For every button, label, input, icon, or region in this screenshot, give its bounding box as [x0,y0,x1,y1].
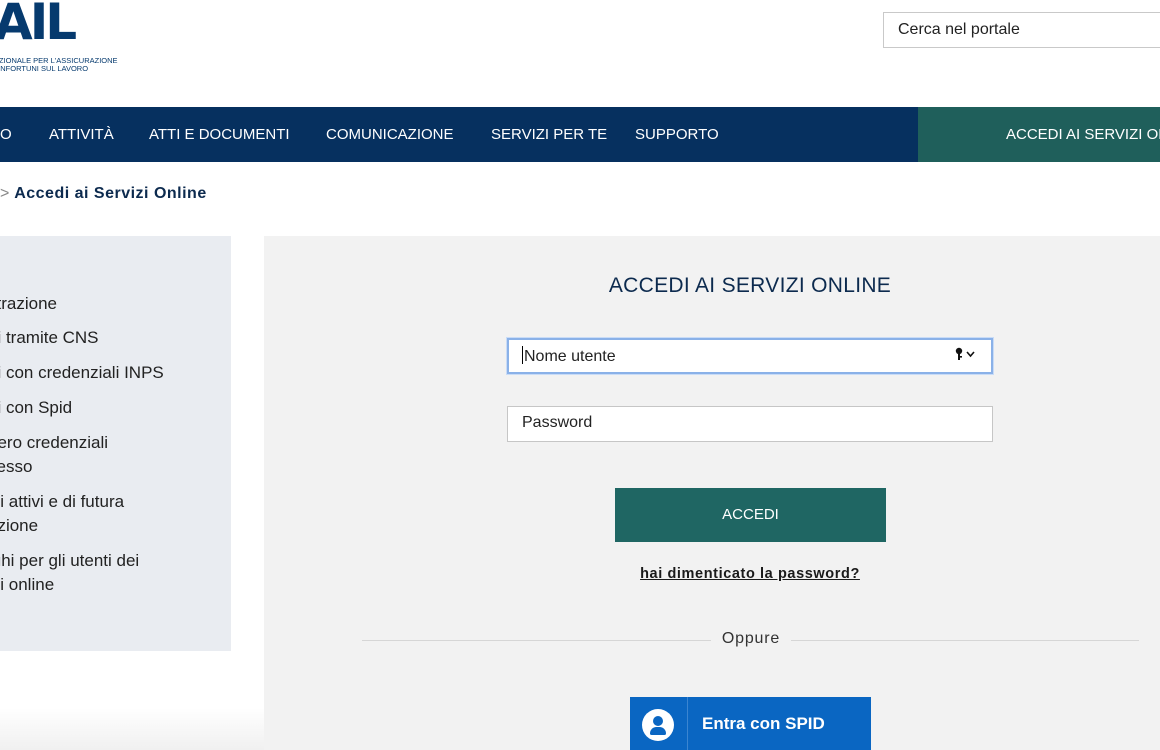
username-input[interactable]: Nome utente [507,338,993,374]
sidebar-item-accedi-spid[interactable]: di con Spid [0,396,228,420]
key-dropdown-icon[interactable] [955,347,977,364]
breadcrumb-separator: > [0,185,10,202]
nav-item-attivita[interactable]: ATTIVITÀ [49,107,114,162]
spid-login-button[interactable]: Entra con SPID [630,697,871,750]
sidebar-item-servizi-attivi[interactable]: izi attivi e di futura azione [0,490,228,538]
password-input[interactable]: Password [507,406,993,442]
sidebar-item-obblighi-utenti[interactable]: ighi per gli utenti dei izi online [0,549,228,597]
nav-item-home[interactable]: O [0,107,12,162]
main-nav: O ATTIVITÀ ATTI E DOCUMENTI COMUNICAZION… [0,107,1160,162]
accedi-button[interactable]: ACCEDI [615,488,886,542]
spid-label: Entra con SPID [702,714,825,733]
login-panel: ACCEDI AI SERVIZI ONLINE Nome utente Pas… [264,236,1160,750]
divider-oppure: Oppure [711,630,791,648]
sidebar-item-accedi-cns[interactable]: di tramite CNS [0,326,228,350]
sidebar-item-label: pero credenziali [0,433,109,452]
sidebar-item-recupero-credenziali[interactable]: pero credenziali cesso [0,431,228,479]
sidebar-item-label: cesso [0,457,33,476]
bottom-shade [0,708,264,750]
nav-item-atti-documenti[interactable]: ATTI E DOCUMENTI [149,107,290,162]
sidebar-item-label: izi online [0,575,55,594]
inail-logo[interactable]: AIL AZIONALE PER L'ASSICURAZIONE I INFOR… [0,0,200,100]
breadcrumb: > Accedi ai Servizi Online [0,185,207,203]
sidebar-item-accedi-inps[interactable]: di con credenziali INPS [0,361,228,385]
breadcrumb-current: Accedi ai Servizi Online [14,185,207,202]
forgot-password-link[interactable]: hai dimenticato la password? [264,566,1160,582]
login-title: ACCEDI AI SERVIZI ONLINE [608,274,892,297]
logo-mark: AIL [0,0,77,51]
nav-item-supporto[interactable]: SUPPORTO [635,107,719,162]
search-input[interactable]: Cerca nel portale [883,12,1160,48]
sidebar: strazione di tramite CNS di con credenzi… [0,236,231,651]
nav-cta-accedi-servizi-online[interactable]: ACCEDI AI SERVIZI ONLINE [918,107,1160,162]
nav-item-comunicazione[interactable]: COMUNICAZIONE [326,107,454,162]
sidebar-item-registrazione[interactable]: strazione [0,292,228,316]
username-placeholder: Nome utente [524,348,616,365]
user-icon [642,709,674,741]
sidebar-item-label: izi attivi e di futura [0,492,125,511]
spid-icon-box [630,697,688,750]
logo-subtitle-line2: I INFORTUNI SUL LAVORO [0,64,89,73]
logo-subtitle: AZIONALE PER L'ASSICURAZIONE I INFORTUNI… [0,57,118,73]
sidebar-item-label: azione [0,516,39,535]
sidebar-item-label: ighi per gli utenti dei [0,551,140,570]
nav-item-servizi-per-te[interactable]: SERVIZI PER TE [491,107,607,162]
text-caret [522,346,523,364]
